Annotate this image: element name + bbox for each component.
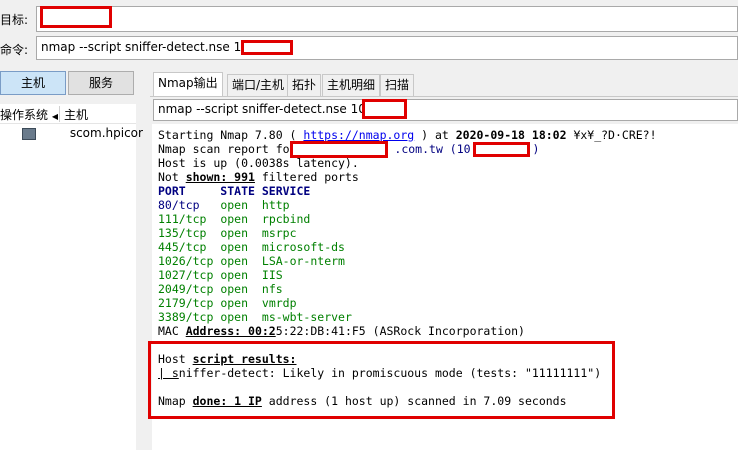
tab-ports-hosts[interactable]: 端口/主机 — [227, 74, 290, 96]
port-row: 1026/tcp open LSA-or-nterm — [158, 254, 345, 268]
port-state: open — [220, 226, 249, 240]
port-service: microsoft-ds — [261, 240, 345, 254]
port-state: open — [220, 296, 249, 310]
port-service: vmrdp — [261, 296, 297, 310]
port-service: rpcbind — [261, 212, 311, 226]
redaction-target — [40, 6, 112, 28]
os-icon — [22, 127, 36, 140]
port-row: 135/tcp open msrpc — [158, 226, 297, 240]
port-number: 1027/tcp — [158, 268, 214, 282]
port-table-header: PORT STATE SERVICE — [158, 184, 311, 198]
port-service: LSA-or-nterm — [261, 254, 345, 268]
port-number: 3389/tcp — [158, 310, 214, 324]
port-state: open — [220, 198, 249, 212]
hosts-tab-button[interactable]: 主机 — [0, 71, 66, 95]
command-text: nmap --script sniffer-detect.nse 10.1 — [41, 40, 261, 54]
port-number: 445/tcp — [158, 240, 207, 254]
port-state: open — [220, 282, 249, 296]
port-state: open — [220, 212, 249, 226]
port-number: 111/tcp — [158, 212, 207, 226]
os-column-header[interactable]: 操作系统 — [0, 108, 48, 122]
target-field[interactable] — [36, 6, 738, 32]
port-state: open — [220, 310, 249, 324]
port-service: ms-wbt-server — [261, 310, 352, 324]
host-list: 操作系统 ◀ 主机 scom.hpicor — [0, 104, 143, 450]
redaction-output-command — [362, 99, 407, 119]
output-line-hostup: Host is up (0.0038s latency). — [158, 156, 359, 170]
port-number: 1026/tcp — [158, 254, 214, 268]
redaction-command — [241, 40, 293, 55]
port-number: 2049/tcp — [158, 282, 214, 296]
port-service: msrpc — [261, 226, 297, 240]
port-number: 2179/tcp — [158, 296, 214, 310]
services-tab-button[interactable]: 服务 — [68, 71, 134, 95]
tab-nmap-output[interactable]: Nmap输出 — [153, 72, 223, 96]
tab-topology[interactable]: 拓扑 — [287, 74, 322, 96]
tab-host-details[interactable]: 主机明细 — [322, 74, 381, 96]
host-list-header: 操作系统 ◀ — [0, 106, 58, 123]
port-row: 2179/tcp open vmrdp — [158, 296, 297, 310]
port-row: 445/tcp open microsoft-ds — [158, 240, 345, 254]
host-name: scom.hpicor — [69, 126, 143, 140]
port-number: 135/tcp — [158, 226, 207, 240]
nmap-link[interactable]: https://nmap.org — [303, 128, 414, 142]
port-service: nfs — [261, 282, 283, 296]
host-row[interactable]: scom.hpicor — [22, 126, 143, 140]
output-line-notshown: Not shown: 991 filtered ports — [158, 170, 359, 184]
port-state: open — [220, 254, 249, 268]
output-line-start: Starting Nmap 7.80 ( https://nmap.org ) … — [158, 128, 657, 142]
port-state: open — [220, 240, 249, 254]
output-command-select[interactable]: nmap --script sniffer-detect.nse 10.1. — [153, 99, 738, 121]
tab-scans[interactable]: 扫描 — [380, 74, 415, 96]
command-field[interactable]: nmap --script sniffer-detect.nse 10.1 — [36, 36, 738, 60]
sort-arrow-icon: ◀ — [51, 112, 58, 121]
port-row: 111/tcp open rpcbind — [158, 212, 310, 226]
port-row: 1027/tcp open IIS — [158, 268, 283, 282]
port-service: http — [261, 198, 290, 212]
command-label: 命令: — [0, 43, 29, 57]
port-number: 80/tcp — [158, 198, 200, 212]
redaction-ip — [473, 142, 530, 157]
port-row: 2049/tcp open nfs — [158, 282, 283, 296]
host-column-header[interactable]: 主机 — [64, 106, 88, 123]
highlight-box — [148, 341, 615, 419]
port-service: IIS — [261, 268, 283, 282]
port-state: open — [220, 268, 249, 282]
target-label: 目标: — [0, 13, 29, 27]
output-line-mac: MAC Address: 00:25:22:DB:41:F5 (ASRock I… — [158, 324, 525, 338]
port-row: 3389/tcp open ms-wbt-server — [158, 310, 352, 324]
port-row: 80/tcp open http — [158, 198, 290, 212]
